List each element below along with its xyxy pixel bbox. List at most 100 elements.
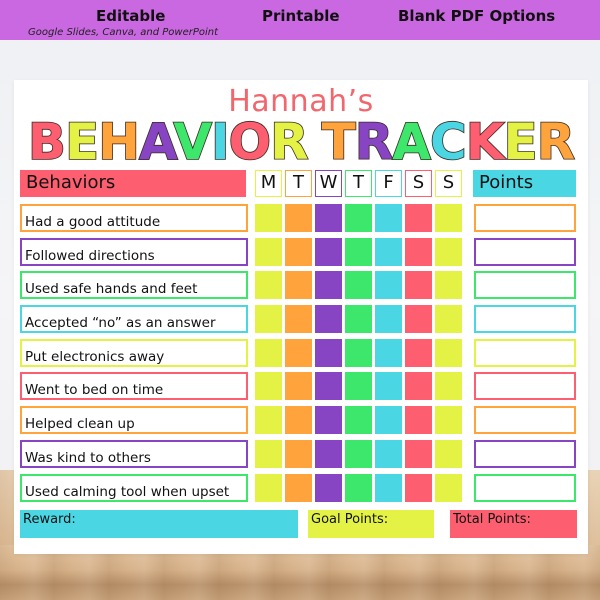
day-checkbox-cell[interactable]	[375, 339, 402, 367]
day-checkbox-cell[interactable]	[285, 474, 312, 502]
day-checkbox-cell[interactable]	[285, 406, 312, 434]
behavior-row-label[interactable]: Was kind to others	[20, 440, 248, 468]
day-checkbox-cell[interactable]	[255, 305, 282, 333]
day-checkbox-cell[interactable]	[375, 204, 402, 232]
day-checkbox-cell[interactable]	[255, 271, 282, 299]
day-checkbox-cell[interactable]	[285, 372, 312, 400]
day-checkbox-cell[interactable]	[405, 474, 432, 502]
day-checkbox-cell[interactable]	[405, 440, 432, 468]
behavior-row-label[interactable]: Used calming tool when upset	[20, 474, 248, 502]
day-checkbox-cell[interactable]	[405, 271, 432, 299]
day-checkbox-cell[interactable]	[435, 238, 462, 266]
day-checkbox-cell[interactable]	[435, 406, 462, 434]
day-checkbox-cell[interactable]	[345, 440, 372, 468]
points-cell[interactable]	[474, 474, 576, 502]
day-checkbox-cell[interactable]	[375, 305, 402, 333]
day-checkbox-cell[interactable]	[285, 271, 312, 299]
title-letter: E	[64, 113, 100, 171]
behavior-row-label[interactable]: Helped clean up	[20, 406, 248, 434]
behavior-row-label[interactable]: Put electronics away	[20, 339, 248, 367]
feature-editable: Editable	[96, 7, 166, 25]
day-checkbox-cell[interactable]	[255, 406, 282, 434]
day-checkbox-cell[interactable]	[345, 372, 372, 400]
day-header: T	[345, 170, 372, 197]
day-checkbox-cell[interactable]	[435, 474, 462, 502]
day-checkbox-cell[interactable]	[285, 339, 312, 367]
day-header: W	[315, 170, 342, 197]
day-checkbox-cell[interactable]	[285, 238, 312, 266]
day-checkbox-cell[interactable]	[375, 474, 402, 502]
day-checkbox-cell[interactable]	[345, 204, 372, 232]
day-checkbox-cell[interactable]	[375, 238, 402, 266]
day-checkbox-cell[interactable]	[405, 204, 432, 232]
day-checkbox-cell[interactable]	[315, 339, 342, 367]
day-checkbox-cell[interactable]	[435, 440, 462, 468]
day-checkbox-cell[interactable]	[435, 305, 462, 333]
day-checkbox-cell[interactable]	[435, 271, 462, 299]
behavior-row-label[interactable]: Went to bed on time	[20, 372, 248, 400]
day-checkbox-cell[interactable]	[255, 474, 282, 502]
day-checkbox-cell[interactable]	[435, 339, 462, 367]
title-letter: A	[392, 113, 432, 171]
behavior-row-label[interactable]: Followed directions	[20, 238, 248, 266]
points-cell[interactable]	[474, 271, 576, 299]
behavior-row-label[interactable]: Accepted “no” as an answer	[20, 305, 248, 333]
day-checkbox-cell[interactable]	[405, 339, 432, 367]
title-letter: R	[354, 113, 394, 171]
day-checkbox-cell[interactable]	[285, 440, 312, 468]
day-checkbox-cell[interactable]	[315, 305, 342, 333]
day-checkbox-cell[interactable]	[375, 406, 402, 434]
day-checkbox-cell[interactable]	[255, 204, 282, 232]
behaviors-header: Behaviors	[20, 170, 246, 197]
day-checkbox-cell[interactable]	[405, 305, 432, 333]
behavior-row-label[interactable]: Had a good attitude	[20, 204, 248, 232]
day-checkbox-cell[interactable]	[345, 238, 372, 266]
day-checkbox-cell[interactable]	[285, 204, 312, 232]
day-checkbox-cell[interactable]	[375, 372, 402, 400]
day-checkbox-cell[interactable]	[345, 339, 372, 367]
total-points-field[interactable]: Total Points:	[450, 510, 577, 538]
points-cell[interactable]	[474, 204, 576, 232]
day-checkbox-cell[interactable]	[345, 271, 372, 299]
title-letter: T	[321, 113, 357, 171]
day-checkbox-cell[interactable]	[345, 406, 372, 434]
points-cell[interactable]	[474, 440, 576, 468]
day-checkbox-cell[interactable]	[315, 271, 342, 299]
day-checkbox-cell[interactable]	[435, 204, 462, 232]
day-checkbox-cell[interactable]	[255, 440, 282, 468]
day-checkbox-cell[interactable]	[315, 440, 342, 468]
day-checkbox-cell[interactable]	[405, 406, 432, 434]
day-checkbox-cell[interactable]	[255, 238, 282, 266]
reward-field[interactable]: Reward:	[20, 510, 298, 538]
title-letter: B	[27, 113, 67, 171]
day-checkbox-cell[interactable]	[255, 339, 282, 367]
day-checkbox-cell[interactable]	[285, 305, 312, 333]
day-checkbox-cell[interactable]	[315, 406, 342, 434]
goal-points-field[interactable]: Goal Points:	[308, 510, 434, 538]
day-checkbox-cell[interactable]	[255, 372, 282, 400]
points-cell[interactable]	[474, 238, 576, 266]
points-cell[interactable]	[474, 372, 576, 400]
points-cell[interactable]	[474, 339, 576, 367]
day-checkbox-cell[interactable]	[435, 372, 462, 400]
behavior-row-label[interactable]: Used safe hands and feet	[20, 271, 248, 299]
points-cell[interactable]	[474, 305, 576, 333]
editable-platforms: Google Slides, Canva, and PowerPoint	[28, 27, 219, 38]
points-cell[interactable]	[474, 406, 576, 434]
day-checkbox-cell[interactable]	[405, 238, 432, 266]
feature-printable: Printable	[262, 7, 340, 25]
day-checkbox-cell[interactable]	[405, 372, 432, 400]
day-checkbox-cell[interactable]	[345, 305, 372, 333]
points-header: Points	[473, 170, 576, 197]
day-checkbox-cell[interactable]	[375, 440, 402, 468]
day-checkbox-cell[interactable]	[345, 474, 372, 502]
title-letter: H	[97, 113, 140, 171]
day-checkbox-cell[interactable]	[315, 204, 342, 232]
tracker-title: BEHAVIOR TRACKER	[14, 113, 588, 171]
day-checkbox-cell[interactable]	[375, 271, 402, 299]
day-checkbox-cell[interactable]	[315, 474, 342, 502]
title-letter: A	[138, 113, 175, 171]
day-checkbox-cell[interactable]	[315, 372, 342, 400]
title-letter: R	[536, 113, 576, 171]
day-checkbox-cell[interactable]	[315, 238, 342, 266]
